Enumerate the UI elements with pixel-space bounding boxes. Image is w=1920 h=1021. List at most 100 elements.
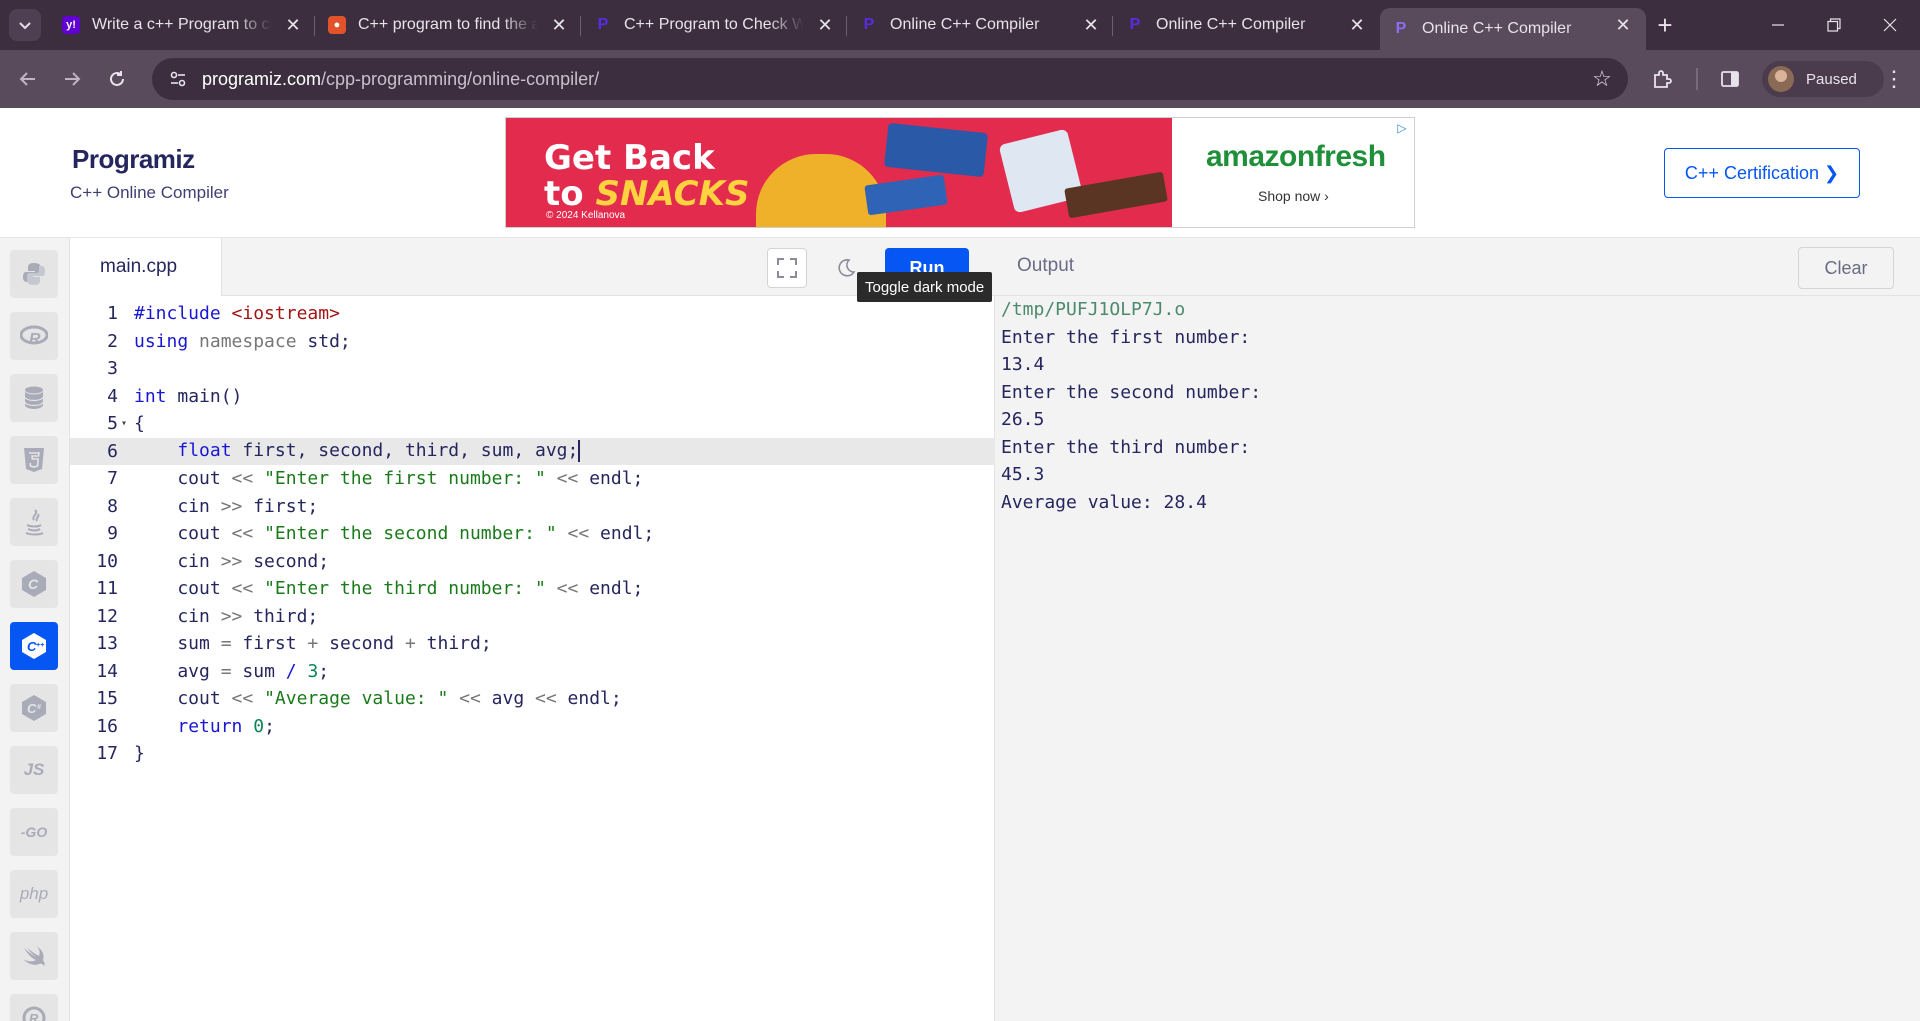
new-tab-button[interactable]: + <box>1651 10 1679 40</box>
close-icon[interactable]: ✕ <box>1612 14 1634 36</box>
lang-swift-button[interactable] <box>10 932 58 980</box>
browser-tab-3[interactable]: P C++ Program to Check Wh ✕ <box>582 8 848 42</box>
lang-go-button[interactable]: -GO <box>10 808 58 856</box>
lang-rust-button[interactable]: R <box>10 994 58 1021</box>
tab-search-button[interactable] <box>9 9 41 41</box>
code-token: ; <box>318 660 330 682</box>
ad-choices-icon[interactable]: ▷ <box>1394 120 1410 136</box>
output-console[interactable]: /tmp/PUFJ1OLP7J.o Enter the first number:… <box>1001 296 1261 516</box>
svg-text:++: ++ <box>36 642 44 649</box>
browser-tab-5[interactable]: P Online C++ Compiler ✕ <box>1114 8 1380 42</box>
bookmark-star-icon[interactable]: ☆ <box>1590 66 1614 91</box>
forward-button[interactable] <box>56 63 88 95</box>
code-line[interactable]: 3 <box>70 355 995 383</box>
cpp-certification-button[interactable]: C++ Certification ❯ <box>1664 148 1860 198</box>
svg-text:C: C <box>28 576 39 592</box>
tab-title: C++ program to find the a <box>358 16 538 33</box>
code-line[interactable]: 13 sum = first + second + third; <box>70 630 995 658</box>
code-token: << <box>231 578 265 600</box>
close-icon[interactable]: ✕ <box>282 14 304 36</box>
lang-r-button[interactable]: R <box>10 312 58 360</box>
close-window-button[interactable] <box>1862 0 1918 50</box>
code-line[interactable]: 2 using namespace std; <box>70 328 995 356</box>
minimize-button[interactable] <box>1750 0 1806 50</box>
lang-html-button[interactable] <box>10 436 58 484</box>
lang-js-button[interactable]: JS <box>10 746 58 794</box>
browser-tab-2[interactable]: ● C++ program to find the a ✕ <box>316 8 582 42</box>
code-line[interactable]: 17} <box>70 740 995 768</box>
code-line[interactable]: 12 cin >> third; <box>70 603 995 631</box>
close-icon[interactable]: ✕ <box>1346 14 1368 36</box>
lang-csharp-button[interactable]: C # <box>10 684 58 732</box>
lang-sql-button[interactable] <box>10 374 58 422</box>
code-line[interactable]: 4 int main() <box>70 383 995 411</box>
tab-separator <box>846 16 847 36</box>
url-host: programiz.com <box>202 68 322 89</box>
back-button[interactable] <box>12 63 44 95</box>
site-info-icon[interactable] <box>158 59 198 99</box>
close-icon[interactable]: ✕ <box>548 14 570 36</box>
line-number: 7 <box>107 468 118 490</box>
code-line[interactable]: 10 cin >> second; <box>70 548 995 576</box>
close-icon[interactable]: ✕ <box>814 14 836 36</box>
fullscreen-button[interactable] <box>767 248 807 288</box>
output-line: 26.5 <box>1001 409 1045 431</box>
side-panel-button[interactable] <box>1714 63 1746 95</box>
browser-tab-1[interactable]: y! Write a c++ Program to co ✕ <box>50 8 316 42</box>
lang-java-button[interactable] <box>10 498 58 546</box>
code-token: ; <box>264 715 275 737</box>
line-number: 3 <box>107 358 118 380</box>
tab-separator <box>580 16 581 36</box>
code-text: float first, second, third, sum, avg; <box>134 440 580 463</box>
clear-button[interactable]: Clear <box>1798 247 1894 289</box>
fullscreen-icon <box>777 258 797 278</box>
code-text: cout << "Enter the first number: " << en… <box>134 468 643 489</box>
code-token: sum <box>134 633 221 655</box>
r-icon: R <box>20 325 48 347</box>
browser-menu-icon[interactable]: ⋮ <box>1882 63 1906 95</box>
code-line[interactable]: 16 return 0; <box>70 713 995 741</box>
programiz-icon: P <box>863 16 875 33</box>
code-line[interactable]: 15 cout << "Average value: " << avg << e… <box>70 685 995 713</box>
reload-button[interactable] <box>101 63 133 95</box>
code-line[interactable]: 6 float first, second, third, sum, avg; <box>70 437 995 465</box>
lang-cpp-button[interactable]: C ++ <box>10 622 58 670</box>
extensions-button[interactable] <box>1646 63 1678 95</box>
arrow-left-icon <box>19 72 35 86</box>
html5-icon <box>24 448 44 472</box>
code-text: cin >> second; <box>134 551 329 572</box>
code-text: { <box>134 413 145 434</box>
lang-python-button[interactable] <box>10 250 58 298</box>
browser-tab-6-active[interactable]: P Online C++ Compiler ✕ <box>1380 8 1646 50</box>
code-line[interactable]: 8 cin >> first; <box>70 493 995 521</box>
advertisement-banner[interactable]: Get Back to SNACKS © 2024 Kellanova amaz… <box>505 117 1415 228</box>
fold-toggle-icon[interactable]: ▾ <box>118 418 134 429</box>
code-line[interactable]: 14 avg = sum / 3; <box>70 658 995 686</box>
code-line[interactable]: 5 ▾{ <box>70 410 995 438</box>
code-token: first, second, third, sum, avg; <box>242 440 579 462</box>
programiz-icon: P <box>1395 20 1407 37</box>
ad-image: Get Back to SNACKS © 2024 Kellanova <box>506 118 1172 227</box>
code-line[interactable]: 1 #include <iostream> <box>70 300 995 328</box>
profile-button[interactable]: Paused <box>1762 61 1884 97</box>
code-token: << <box>567 523 601 545</box>
browser-tab-4[interactable]: P Online C++ Compiler ✕ <box>848 8 1114 42</box>
output-line: Enter the first number: <box>1001 326 1251 348</box>
code-line[interactable]: 11 cout << "Enter the third number: " <<… <box>70 575 995 603</box>
code-line[interactable]: 7 cout << "Enter the first number: " << … <box>70 465 995 493</box>
restore-button[interactable] <box>1806 0 1862 50</box>
programiz-logo[interactable]: Programiz <box>72 144 195 175</box>
lang-php-button[interactable]: php <box>10 870 58 918</box>
code-area[interactable]: 1 #include <iostream> 2 using namespace std… <box>70 296 995 1021</box>
file-tab-main-cpp[interactable]: main.cpp <box>70 238 222 296</box>
close-icon[interactable]: ✕ <box>1080 14 1102 36</box>
code-token: + <box>404 633 427 655</box>
code-token: << <box>231 468 265 490</box>
lang-c-button[interactable]: C <box>10 560 58 608</box>
address-bar[interactable]: programiz.com/cpp-programming/online-com… <box>152 58 1628 100</box>
ad-cta-link[interactable]: Shop now › <box>1258 188 1329 204</box>
code-line[interactable]: 9 cout << "Enter the second number: " <<… <box>70 520 995 548</box>
tab-title: Online C++ Compiler <box>890 16 1040 33</box>
code-token: cout <box>134 578 232 600</box>
ad-snack-graphic <box>864 174 948 216</box>
